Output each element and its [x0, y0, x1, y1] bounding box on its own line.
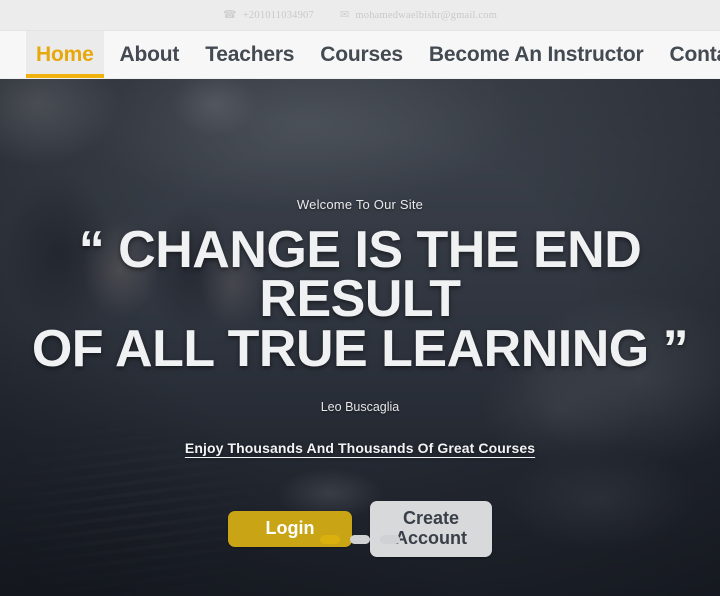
create-account-button[interactable]: Create Account [370, 501, 492, 557]
hero-slider-dots [0, 535, 720, 544]
nav-item-home-label: Home [36, 42, 94, 66]
contact-phone-text: +201011034907 [242, 9, 314, 21]
nav-item-home[interactable]: Home [26, 31, 104, 78]
hero-headline-line-1: “ CHANGE IS THE END RESULT [78, 221, 642, 329]
hero-headline-line-2: OF ALL TRUE LEARNING ” [31, 319, 689, 378]
nav-item-teachers[interactable]: Teachers [195, 31, 304, 78]
contact-email-text: mohamedwaelbishr@gmail.com [355, 9, 498, 21]
main-navigation: Home About Teachers Courses Become An In… [0, 31, 720, 79]
nav-item-become-an-instructor[interactable]: Become An Instructor [419, 31, 654, 78]
nav-item-contact-us[interactable]: Contact Us [660, 31, 720, 78]
phone-icon: ☎ [222, 8, 237, 21]
hero-slider-dot-3[interactable] [380, 535, 400, 544]
envelope-icon: ✉ [339, 8, 350, 21]
nav-item-become-an-instructor-label: Become An Instructor [428, 42, 644, 66]
hero-welcome-text: Welcome To Our Site [296, 197, 424, 212]
hero-content: Welcome To Our Site “ CHANGE IS THE END … [0, 79, 720, 596]
top-contact-bar: ☎ +201011034907 ✉ mohamedwaelbishr@gmail… [0, 0, 720, 31]
hero-quote-author: Leo Buscaglia [320, 400, 400, 415]
page-root: ☎ +201011034907 ✉ mohamedwaelbishr@gmail… [0, 0, 720, 596]
nav-item-teachers-label: Teachers [205, 42, 295, 66]
hero-slider-dot-1[interactable] [320, 535, 340, 544]
nav-item-courses[interactable]: Courses [310, 31, 413, 78]
hero-tagline-link[interactable]: Enjoy Thousands And Thousands Of Great C… [185, 440, 535, 456]
nav-item-about[interactable]: About [110, 31, 190, 78]
contact-email[interactable]: ✉ mohamedwaelbishr@gmail.com [339, 8, 498, 21]
hero-headline: “ CHANGE IS THE END RESULT OF ALL TRUE L… [10, 221, 710, 378]
nav-item-about-label: About [119, 42, 180, 66]
hero-cta-group: Login Create Account [228, 501, 492, 557]
contact-phone[interactable]: ☎ +201011034907 [222, 8, 314, 21]
hero-slider-dot-2[interactable] [350, 535, 370, 544]
nav-item-courses-label: Courses [320, 42, 403, 66]
hero-banner: Welcome To Our Site “ CHANGE IS THE END … [0, 79, 720, 596]
nav-item-contact-us-label: Contact Us [669, 42, 720, 66]
